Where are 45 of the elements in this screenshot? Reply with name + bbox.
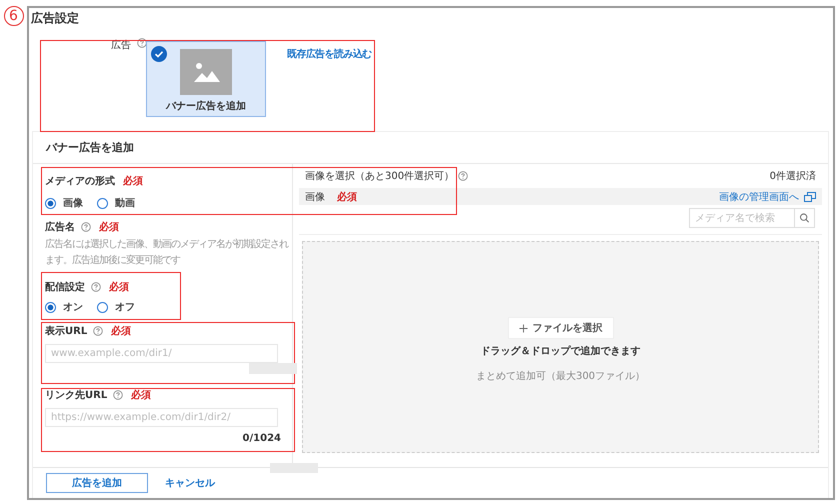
field-label: メディアの形式 bbox=[45, 174, 115, 188]
field-label: 広告名 bbox=[45, 220, 75, 234]
section-title: 広告設定 bbox=[30, 10, 79, 27]
field-label: 表示URL bbox=[45, 324, 88, 338]
required-tag: 必須 bbox=[111, 324, 132, 338]
radio-option[interactable]: オン bbox=[45, 300, 83, 314]
choose-file-button[interactable]: ファイルを選択 bbox=[508, 317, 614, 339]
image-icon bbox=[180, 49, 232, 95]
check-icon bbox=[151, 46, 167, 62]
help-icon[interactable] bbox=[93, 326, 104, 336]
load-existing-ad-link[interactable]: 既存広告を読み込む bbox=[287, 47, 372, 61]
radio-option[interactable]: オフ bbox=[97, 300, 135, 314]
cancel-link[interactable]: キャンセル bbox=[165, 476, 215, 490]
banner-ad-card[interactable]: バナー広告を追加 bbox=[146, 41, 266, 117]
drop-instruction: ドラッグ＆ドロップで追加できます bbox=[480, 344, 640, 358]
plus-icon bbox=[518, 324, 528, 332]
picker-title: 画像を選択（あと300件選択可） bbox=[305, 170, 454, 183]
drop-note: まとめて追加可（最大300ファイル） bbox=[476, 370, 646, 383]
help-text: 広告名には選択した画像、動画のメディア名が初期設定されます。広告追加後に変更可能です bbox=[45, 238, 290, 268]
required-tag: 必須 bbox=[99, 220, 119, 234]
media-search-field[interactable]: メディア名で検索 bbox=[689, 208, 815, 228]
character-counter: 0/1024 bbox=[242, 433, 281, 444]
radio-option[interactable]: 画像 bbox=[45, 196, 83, 210]
file-drop-zone[interactable]: ファイルを選択 ドラッグ＆ドロップで追加できます まとめて追加可（最大300ファイル） bbox=[302, 241, 819, 453]
step-number: 6 bbox=[4, 6, 24, 26]
field-label: リンク先URL bbox=[45, 388, 108, 402]
panel-title: バナー広告を追加 bbox=[44, 140, 134, 156]
required-tag: 必須 bbox=[123, 174, 143, 188]
help-icon[interactable] bbox=[137, 38, 147, 48]
link-url-field[interactable]: https://www.example.com/dir1/dir2/ bbox=[45, 408, 278, 427]
media-manager-link[interactable]: 画像の管理画面へ bbox=[719, 190, 799, 204]
field-label: 画像 bbox=[305, 190, 325, 204]
field-label: 配信設定 bbox=[45, 280, 85, 294]
radio-option[interactable]: 動画 bbox=[97, 196, 135, 210]
required-tag: 必須 bbox=[109, 280, 129, 294]
selected-count: 0件選択済 bbox=[770, 170, 816, 183]
display-url-field[interactable]: www.example.com/dir1/ bbox=[45, 344, 278, 363]
new-window-icon[interactable] bbox=[804, 192, 816, 202]
help-icon[interactable] bbox=[113, 390, 124, 400]
help-icon[interactable] bbox=[91, 282, 101, 292]
required-tag: 必須 bbox=[131, 388, 152, 402]
required-tag: 必須 bbox=[337, 190, 357, 204]
help-icon[interactable] bbox=[458, 171, 468, 181]
help-icon[interactable] bbox=[81, 222, 91, 232]
add-ad-button[interactable]: 広告を追加 bbox=[46, 473, 148, 493]
